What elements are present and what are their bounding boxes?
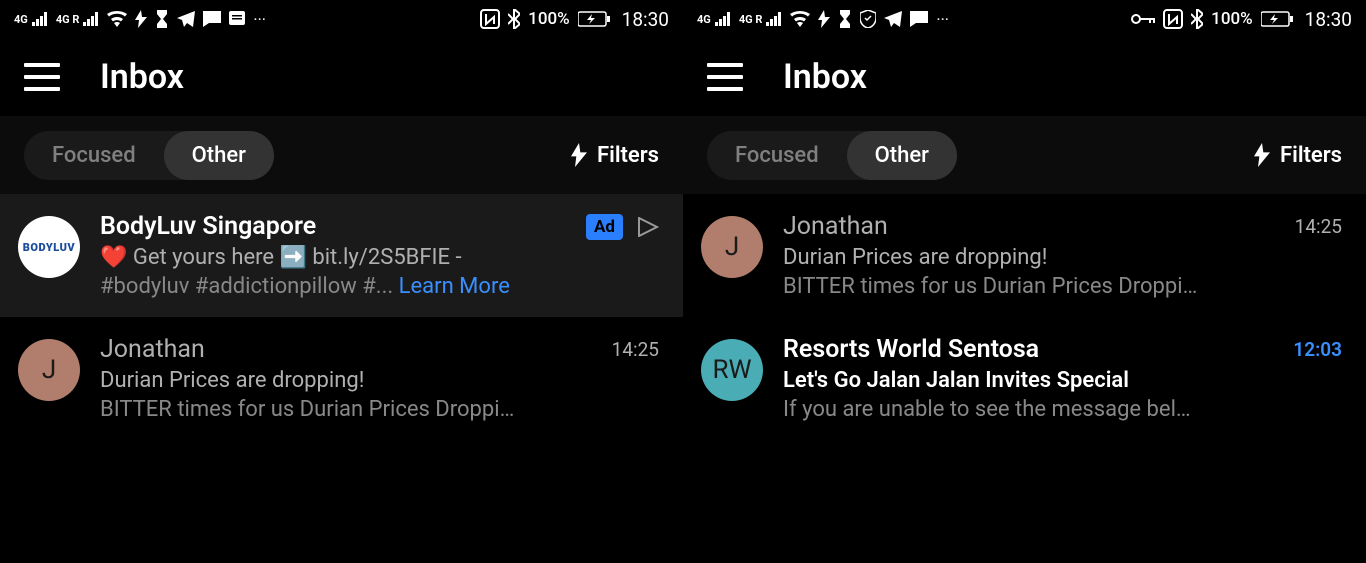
ad-line1: ❤️ Get yours here ➡️ bit.ly/2S5BFIE -	[100, 245, 659, 270]
email-time: 14:25	[612, 338, 659, 361]
battery-percent: 100%	[1211, 9, 1253, 29]
signal-icon	[32, 12, 48, 26]
learn-more-link[interactable]: Learn More	[399, 274, 510, 299]
hourglass-icon	[155, 10, 169, 28]
email-list: J Jonathan 14:25 Durian Prices are dropp…	[683, 194, 1366, 563]
avatar: J	[18, 339, 80, 401]
bluetooth-icon	[508, 9, 520, 29]
bolt-icon	[135, 10, 147, 28]
filter-bar: Focused Other Filters	[0, 116, 683, 194]
signal-icon	[83, 12, 99, 26]
app-header: Inbox	[683, 38, 1366, 116]
filters-label: Filters	[597, 143, 659, 168]
sender-name: Jonathan	[783, 212, 888, 241]
email-subject: Durian Prices are dropping!	[100, 368, 659, 393]
email-preview: If you are unable to see the message bel…	[783, 397, 1342, 422]
more-icon: ···	[936, 10, 949, 29]
email-content: BodyLuv Singapore Ad ❤️ Get yours here ➡…	[100, 212, 659, 299]
sender-name: Jonathan	[100, 335, 205, 364]
ad-badge: Ad	[586, 214, 623, 240]
battery-icon	[1261, 11, 1293, 27]
chat-icon	[229, 11, 245, 27]
email-content: Resorts World Sentosa 12:03 Let's Go Jal…	[783, 335, 1342, 422]
email-preview: BITTER times for us Durian Prices Droppi…	[100, 397, 659, 422]
status-right: 100% 18:30	[1131, 8, 1352, 31]
adchoices-icon[interactable]	[637, 217, 659, 237]
email-time: 14:25	[1295, 215, 1342, 238]
status-time: 18:30	[622, 8, 669, 31]
bolt-icon	[818, 10, 830, 28]
telegram-icon	[884, 11, 902, 27]
nfc-icon	[1163, 9, 1183, 29]
avatar: RW	[701, 339, 763, 401]
email-content: Jonathan 14:25 Durian Prices are droppin…	[783, 212, 1342, 299]
filters-button[interactable]: Filters	[571, 143, 659, 168]
nfc-icon	[480, 9, 500, 29]
email-subject: Durian Prices are dropping!	[783, 245, 1342, 270]
sender-name: Resorts World Sentosa	[783, 335, 1039, 364]
status-left: 4G 4G R ···	[697, 10, 949, 29]
hamburger-icon[interactable]	[24, 63, 60, 91]
email-content: Jonathan 14:25 Durian Prices are droppin…	[100, 335, 659, 422]
wifi-icon	[107, 11, 127, 27]
tab-focused[interactable]: Focused	[707, 131, 847, 180]
email-item[interactable]: RW Resorts World Sentosa 12:03 Let's Go …	[683, 317, 1366, 440]
page-title: Inbox	[783, 57, 867, 97]
more-icon: ···	[253, 10, 266, 29]
hourglass-icon	[838, 10, 852, 28]
status-right: 100% 18:30	[480, 8, 669, 31]
signal-2-label: 4G R	[739, 13, 763, 26]
tab-other[interactable]: Other	[164, 131, 274, 180]
phone-left: 4G 4G R ··· 100% 18:30 Inbox Focused Oth…	[0, 0, 683, 563]
signal-1-label: 4G	[697, 13, 711, 26]
shield-icon	[860, 10, 876, 28]
phone-right: 4G 4G R ··· 100% 18:30 Inbox Focused	[683, 0, 1366, 563]
vpn-key-icon	[1131, 13, 1155, 25]
email-item[interactable]: J Jonathan 14:25 Durian Prices are dropp…	[0, 317, 683, 440]
signal-2-label: 4G R	[56, 13, 80, 26]
signal-icon	[715, 12, 731, 26]
status-bar: 4G 4G R ··· 100% 18:30	[683, 0, 1366, 38]
tab-group: Focused Other	[24, 131, 274, 180]
email-subject: Let's Go Jalan Jalan Invites Special	[783, 368, 1342, 393]
bolt-icon	[571, 143, 587, 167]
tab-focused[interactable]: Focused	[24, 131, 164, 180]
sender-name: BodyLuv Singapore	[100, 212, 316, 241]
hamburger-icon[interactable]	[707, 63, 743, 91]
email-ad-item[interactable]: BODYLUV BodyLuv Singapore Ad ❤️ Get your…	[0, 194, 683, 317]
avatar: J	[701, 216, 763, 278]
app-header: Inbox	[0, 38, 683, 116]
filter-bar: Focused Other Filters	[683, 116, 1366, 194]
battery-icon	[578, 11, 610, 27]
tab-group: Focused Other	[707, 131, 957, 180]
ad-badges: Ad	[586, 214, 659, 240]
signal-1-label: 4G	[14, 13, 28, 26]
status-time: 18:30	[1305, 8, 1352, 31]
status-bar: 4G 4G R ··· 100% 18:30	[0, 0, 683, 38]
filters-label: Filters	[1280, 143, 1342, 168]
message-icon	[203, 11, 221, 27]
filters-button[interactable]: Filters	[1254, 143, 1342, 168]
status-left: 4G 4G R ···	[14, 10, 266, 29]
wifi-icon	[790, 11, 810, 27]
battery-percent: 100%	[528, 9, 570, 29]
email-time: 12:03	[1293, 338, 1342, 361]
signal-icon	[766, 12, 782, 26]
email-item[interactable]: J Jonathan 14:25 Durian Prices are dropp…	[683, 194, 1366, 317]
email-preview: BITTER times for us Durian Prices Droppi…	[783, 274, 1342, 299]
avatar: BODYLUV	[18, 216, 80, 278]
tab-other[interactable]: Other	[847, 131, 957, 180]
email-list: BODYLUV BodyLuv Singapore Ad ❤️ Get your…	[0, 194, 683, 563]
ad-line2: #bodyluv #addictionpillow #... Learn Mor…	[100, 274, 659, 299]
message-icon	[910, 11, 928, 27]
bolt-icon	[1254, 143, 1270, 167]
telegram-icon	[177, 11, 195, 27]
bluetooth-icon	[1191, 9, 1203, 29]
page-title: Inbox	[100, 57, 184, 97]
